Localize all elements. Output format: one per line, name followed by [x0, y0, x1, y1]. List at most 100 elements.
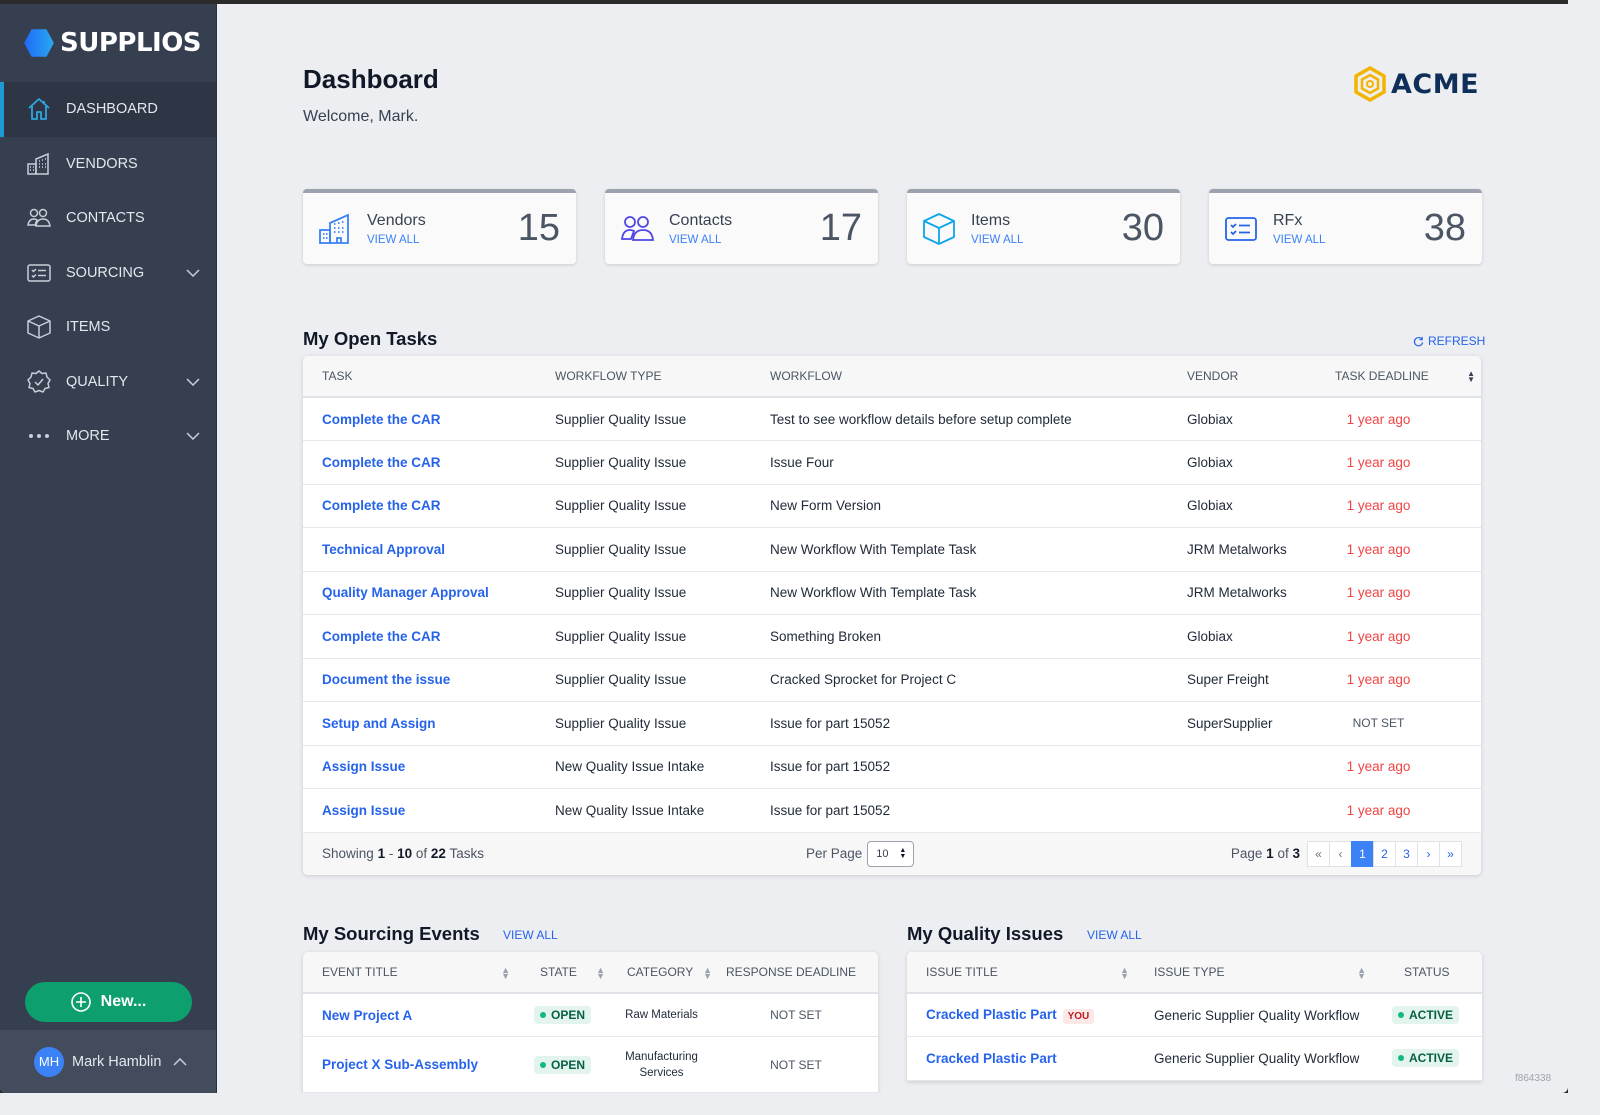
- column-header-response-deadline[interactable]: RESPONSE DEADLINE: [714, 952, 878, 994]
- sort-icon[interactable]: ▲ ▼: [1357, 966, 1366, 981]
- last-page-button[interactable]: »: [1439, 840, 1462, 867]
- chevron-down-icon[interactable]: [186, 378, 200, 386]
- column-header-task[interactable]: TASK: [303, 356, 536, 398]
- sourcing-section-title: My Sourcing Events: [303, 923, 480, 944]
- sidebar-item-sourcing[interactable]: SOURCING: [0, 246, 216, 301]
- per-page-select[interactable]: 10 ▲ ▼: [867, 840, 915, 867]
- stat-card-items[interactable]: Items VIEW ALL 30: [907, 189, 1180, 264]
- view-all-link[interactable]: VIEW ALL: [669, 234, 732, 246]
- brand-logo[interactable]: SUPPLIOS: [0, 4, 216, 82]
- task-link[interactable]: Assign Issue: [303, 745, 536, 789]
- stat-card-contacts[interactable]: Contacts VIEW ALL 17: [605, 189, 878, 264]
- sort-icon[interactable]: ▲ ▼: [596, 966, 605, 981]
- task-link[interactable]: Complete the CAR: [303, 397, 536, 441]
- task-link[interactable]: Document the issue: [303, 658, 536, 702]
- column-header-workflow[interactable]: WORKFLOW: [751, 356, 1168, 398]
- sidebar-item-dashboard[interactable]: DASHBOARD: [0, 82, 216, 137]
- sidebar-item-contacts[interactable]: CONTACTS: [0, 191, 216, 246]
- column-header-task-deadline[interactable]: TASK DEADLINE ▲ ▼: [1316, 356, 1481, 398]
- table-row[interactable]: Project X Sub-Assembly OPEN Manufacturing …: [303, 1036, 878, 1093]
- workflow-cell: Cracked Sprocket for Project C: [751, 658, 1168, 702]
- column-header-vendor[interactable]: VENDOR: [1168, 356, 1316, 398]
- column-header-state[interactable]: STATE ▲ ▼: [522, 952, 609, 994]
- chevron-down-icon[interactable]: [186, 269, 200, 277]
- first-page-button[interactable]: «: [1307, 840, 1330, 867]
- user-menu[interactable]: MH Mark Hamblin: [0, 1030, 216, 1093]
- refresh-button[interactable]: REFRESH: [1413, 334, 1485, 348]
- vendor-cell: [1168, 788, 1316, 833]
- table-row[interactable]: Assign Issue New Quality Issue Intake Issu…: [303, 788, 1481, 833]
- sort-icon[interactable]: ▲ ▼: [1467, 370, 1475, 384]
- dots-icon: [25, 422, 53, 450]
- category-cell: Raw Materials: [609, 993, 714, 1037]
- building-icon: [319, 213, 349, 244]
- status-cell: ACTIVE: [1372, 1036, 1482, 1081]
- issue-title-link[interactable]: Cracked Plastic Part: [926, 1051, 1057, 1066]
- sort-icon[interactable]: ▲ ▼: [703, 966, 712, 981]
- table-row[interactable]: Setup and Assign Supplier Quality Issue Is…: [303, 701, 1481, 746]
- vendor-cell: JRM Metalworks: [1168, 527, 1316, 572]
- view-all-link[interactable]: VIEW ALL: [971, 234, 1023, 246]
- column-header-event-title[interactable]: EVENT TITLE ▲ ▼: [303, 952, 522, 994]
- stat-card-rfx[interactable]: RFx VIEW ALL 38: [1209, 189, 1482, 264]
- task-link[interactable]: Setup and Assign: [303, 701, 536, 746]
- task-link[interactable]: Complete the CAR: [303, 614, 536, 659]
- view-all-link[interactable]: VIEW ALL: [367, 234, 426, 246]
- sort-icon[interactable]: ▲ ▼: [1120, 966, 1129, 981]
- column-header-workflow-type[interactable]: WORKFLOW TYPE: [536, 356, 751, 398]
- event-title-link[interactable]: New Project A: [303, 993, 522, 1037]
- task-link[interactable]: Technical Approval: [303, 527, 536, 572]
- table-row[interactable]: Complete the CAR Supplier Quality Issue Ne…: [303, 484, 1481, 528]
- workflow-cell: New Workflow With Template Task: [751, 527, 1168, 572]
- column-header-issue-type[interactable]: ISSUE TYPE ▲ ▼: [1135, 952, 1372, 994]
- quality-view-all-link[interactable]: VIEW ALL: [1087, 928, 1142, 942]
- home-icon: [25, 95, 53, 123]
- sidebar-item-vendors[interactable]: VENDORS: [0, 137, 216, 192]
- column-header-issue-title[interactable]: ISSUE TITLE ▲ ▼: [907, 952, 1135, 994]
- sourcing-view-all-link[interactable]: VIEW ALL: [503, 928, 558, 942]
- page-1-button[interactable]: 1: [1351, 840, 1374, 867]
- task-link[interactable]: Complete the CAR: [303, 484, 536, 528]
- column-header-status[interactable]: STATUS: [1372, 952, 1482, 994]
- table-row[interactable]: Quality Manager Approval Supplier Quality…: [303, 571, 1481, 615]
- stat-card-vendors[interactable]: Vendors VIEW ALL 15: [303, 189, 576, 264]
- event-title-link[interactable]: Project X Sub-Assembly: [303, 1036, 522, 1093]
- next-page-button[interactable]: ›: [1417, 840, 1440, 867]
- prev-page-button[interactable]: ‹: [1329, 840, 1352, 867]
- table-row[interactable]: Complete the CAR Supplier Quality Issue Te…: [303, 397, 1481, 441]
- issue-title-link[interactable]: Cracked Plastic Part: [926, 1007, 1057, 1022]
- table-header-row: ISSUE TITLE ▲ ▼ ISSUE TYPE ▲ ▼ STATUS: [907, 952, 1482, 994]
- table-row[interactable]: Assign Issue New Quality Issue Intake Issu…: [303, 745, 1481, 789]
- table-row[interactable]: Complete the CAR Supplier Quality Issue Is…: [303, 440, 1481, 485]
- table-row[interactable]: Document the issue Supplier Quality Issue…: [303, 658, 1481, 702]
- task-link[interactable]: Quality Manager Approval: [303, 571, 536, 615]
- page-title: Dashboard: [303, 64, 439, 94]
- stat-label: Contacts: [669, 211, 733, 229]
- page-2-button[interactable]: 2: [1373, 840, 1396, 867]
- task-link[interactable]: Assign Issue: [303, 788, 536, 833]
- page-3-button[interactable]: 3: [1395, 840, 1418, 867]
- workflow-cell: Test to see workflow details before setu…: [751, 397, 1168, 441]
- stat-label: Vendors: [367, 211, 426, 229]
- task-link[interactable]: Complete the CAR: [303, 440, 536, 485]
- table-row[interactable]: Cracked Plastic Part YOU Generic Supplier …: [907, 993, 1482, 1037]
- workflow-cell: Issue for part 15052: [751, 788, 1168, 833]
- users-icon: [620, 215, 654, 241]
- task-deadline-cell: 1 year ago: [1316, 397, 1481, 441]
- workflow-cell: New Form Version: [751, 484, 1168, 528]
- new-button[interactable]: New...: [25, 982, 192, 1022]
- sidebar-item-quality[interactable]: QUALITY: [0, 355, 216, 410]
- sidebar-item-items[interactable]: ITEMS: [0, 300, 216, 355]
- table-row[interactable]: New Project A OPEN Raw Materials NOT SET: [303, 993, 878, 1037]
- view-all-link[interactable]: VIEW ALL: [1273, 234, 1325, 246]
- task-deadline-cell: 1 year ago: [1316, 571, 1481, 615]
- sort-icon[interactable]: ▲ ▼: [501, 966, 510, 981]
- table-row[interactable]: Cracked Plastic Part Generic Supplier Qua…: [907, 1036, 1482, 1081]
- checklist-icon: [1225, 216, 1257, 241]
- chevron-down-icon[interactable]: [186, 432, 200, 441]
- sidebar-item-more[interactable]: MORE: [0, 409, 216, 464]
- table-row[interactable]: Technical Approval Supplier Quality Issue…: [303, 527, 1481, 572]
- table-row[interactable]: Complete the CAR Supplier Quality Issue So…: [303, 614, 1481, 659]
- column-header-category[interactable]: CATEGORY ▲ ▼: [609, 952, 714, 994]
- window-backdrop-bottom: [0, 1093, 1600, 1115]
